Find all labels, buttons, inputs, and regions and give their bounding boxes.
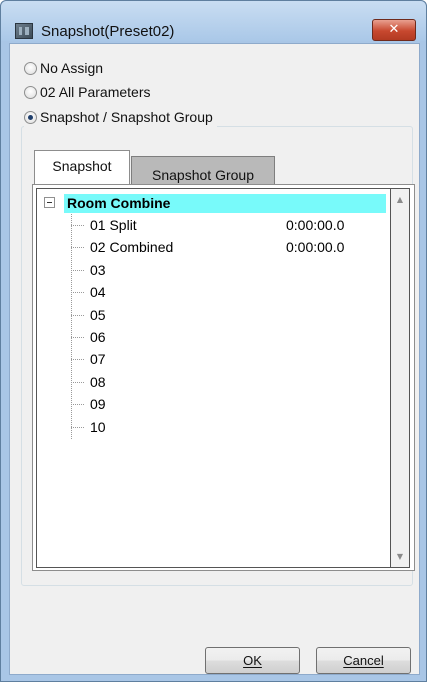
tree-connector — [71, 359, 84, 360]
tree-item[interactable]: 03 — [71, 260, 381, 280]
tree-item[interactable]: 05 — [71, 305, 381, 325]
ok-button[interactable]: OK — [205, 647, 300, 674]
radio-button-icon[interactable] — [24, 85, 37, 99]
title-bar[interactable]: Snapshot(Preset02) ✕ — [1, 1, 426, 41]
radio-no-assign[interactable]: No Assign — [24, 58, 103, 78]
tree-item-label: 03 — [90, 262, 106, 278]
tree-item-label: 09 — [90, 396, 106, 412]
tree-item[interactable]: 04 — [71, 282, 381, 302]
tree-connector — [71, 315, 84, 316]
tree-item[interactable]: 01 Split 0:00:00.0 — [71, 215, 381, 235]
tree-item-label: 06 — [90, 329, 106, 345]
cancel-button[interactable]: Cancel — [316, 647, 411, 674]
tree-item[interactable]: 08 — [71, 372, 381, 392]
tree-item-label: 10 — [90, 419, 106, 435]
radio-all-parameters[interactable]: 02 All Parameters — [24, 82, 151, 102]
tree-item-label: 01 Split — [90, 217, 137, 233]
tree-connector — [71, 225, 84, 226]
collapse-icon[interactable] — [44, 197, 55, 208]
cancel-button-label: Cancel — [343, 653, 384, 668]
radio-label: 02 All Parameters — [40, 84, 151, 100]
tree-connector — [71, 337, 84, 338]
tree-connector — [71, 404, 84, 405]
tree-item-label: 02 Combined — [90, 239, 174, 255]
tree-connector — [71, 270, 84, 271]
radio-label: Snapshot / Snapshot Group — [40, 109, 213, 125]
tree-item[interactable]: 02 Combined 0:00:00.0 — [71, 237, 381, 257]
radio-label: No Assign — [40, 60, 104, 76]
tree-item[interactable]: 07 — [71, 349, 381, 369]
tree-connector — [71, 292, 84, 293]
radio-snapshot-group[interactable]: Snapshot / Snapshot Group — [24, 107, 217, 127]
tree-item-label: 04 — [90, 284, 106, 300]
tree-connector — [71, 427, 84, 428]
tree-item-label: 05 — [90, 307, 106, 323]
tree-scrollbar[interactable]: ▲ ▼ — [391, 188, 410, 568]
ok-button-label: OK — [243, 653, 262, 668]
radio-button-checked-icon[interactable] — [24, 110, 37, 124]
tree-item[interactable]: 09 — [71, 394, 381, 414]
tree-connector — [71, 247, 84, 248]
tree-item-label: 07 — [90, 351, 106, 367]
scroll-down-arrow-icon[interactable]: ▼ — [391, 548, 409, 565]
tree-item-time: 0:00:00.0 — [286, 239, 345, 255]
tree-item-label: 08 — [90, 374, 106, 390]
tree-item[interactable]: 06 — [71, 327, 381, 347]
radio-button-icon[interactable] — [24, 61, 37, 75]
scroll-up-arrow-icon[interactable]: ▲ — [391, 191, 409, 208]
tab-snapshot[interactable]: Snapshot — [34, 150, 130, 184]
window-title: Snapshot(Preset02) — [41, 23, 175, 40]
tree-item-time: 0:00:00.0 — [286, 217, 345, 233]
tree-connector — [71, 382, 84, 383]
tree-item[interactable]: 10 — [71, 417, 381, 437]
tree-root-room-combine[interactable]: Room Combine — [64, 194, 386, 213]
app-icon — [15, 23, 33, 39]
close-button[interactable]: ✕ — [372, 19, 416, 41]
tab-snapshot-group[interactable]: Snapshot Group — [131, 156, 275, 184]
